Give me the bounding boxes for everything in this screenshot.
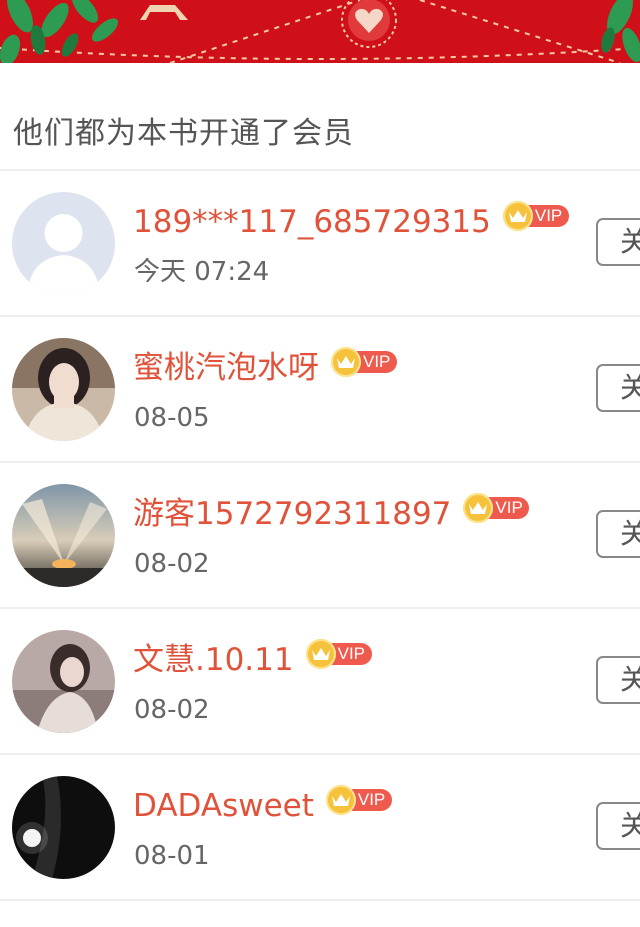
- name-line: DADAsweet VIP: [133, 783, 392, 829]
- name-line: 189***117_685729315 VIP: [133, 199, 569, 245]
- follow-button[interactable]: 关: [596, 218, 640, 266]
- avatar[interactable]: [12, 776, 115, 879]
- avatar[interactable]: [12, 630, 115, 733]
- avatar[interactable]: [12, 338, 115, 441]
- follow-button[interactable]: 关: [596, 364, 640, 412]
- timestamp: 08-02: [134, 549, 210, 579]
- member-list: 189***117_685729315 VIP 今天 07:24 关 蜜桃: [0, 171, 640, 901]
- follow-button[interactable]: 关: [596, 802, 640, 850]
- vip-badge: VIP: [325, 785, 392, 815]
- list-item[interactable]: 189***117_685729315 VIP 今天 07:24 关: [0, 171, 640, 317]
- section-title: 他们都为本书开通了会员: [13, 116, 354, 151]
- header-banner: [0, 0, 640, 63]
- timestamp: 08-05: [134, 403, 210, 433]
- crown-icon: [331, 347, 361, 377]
- user-name[interactable]: 189***117_685729315: [133, 199, 491, 245]
- vip-badge: VIP: [502, 201, 569, 231]
- crown-icon: [305, 639, 336, 669]
- user-name[interactable]: 文慧.10.11: [133, 637, 294, 683]
- list-item[interactable]: DADAsweet VIP 08-01 关: [0, 755, 640, 901]
- avatar[interactable]: [12, 192, 115, 295]
- name-line: 蜜桃汽泡水呀 VIP: [133, 345, 397, 391]
- user-name[interactable]: DADAsweet: [133, 783, 314, 829]
- vip-badge: VIP: [305, 639, 372, 669]
- timestamp: 08-02: [134, 695, 210, 725]
- timestamp: 08-01: [134, 841, 210, 871]
- vip-badge: VIP: [463, 493, 530, 523]
- user-name[interactable]: 蜜桃汽泡水呀: [133, 345, 319, 391]
- list-item[interactable]: 游客1572792311897 VIP 08-02 关: [0, 463, 640, 609]
- crown-icon: [502, 201, 533, 231]
- name-line: 游客1572792311897 VIP: [133, 491, 530, 537]
- timestamp: 今天 07:24: [134, 257, 270, 287]
- vip-badge: VIP: [331, 347, 397, 377]
- list-item[interactable]: 文慧.10.11 VIP 08-02 关: [0, 609, 640, 755]
- follow-button[interactable]: 关: [596, 510, 640, 558]
- avatar[interactable]: [12, 484, 115, 587]
- user-name[interactable]: 游客1572792311897: [133, 491, 451, 537]
- list-item[interactable]: 蜜桃汽泡水呀 VIP 08-05 关: [0, 317, 640, 463]
- name-line: 文慧.10.11 VIP: [133, 637, 372, 683]
- banner-decoration: [0, 0, 640, 63]
- follow-button[interactable]: 关: [596, 656, 640, 704]
- crown-icon: [325, 785, 356, 815]
